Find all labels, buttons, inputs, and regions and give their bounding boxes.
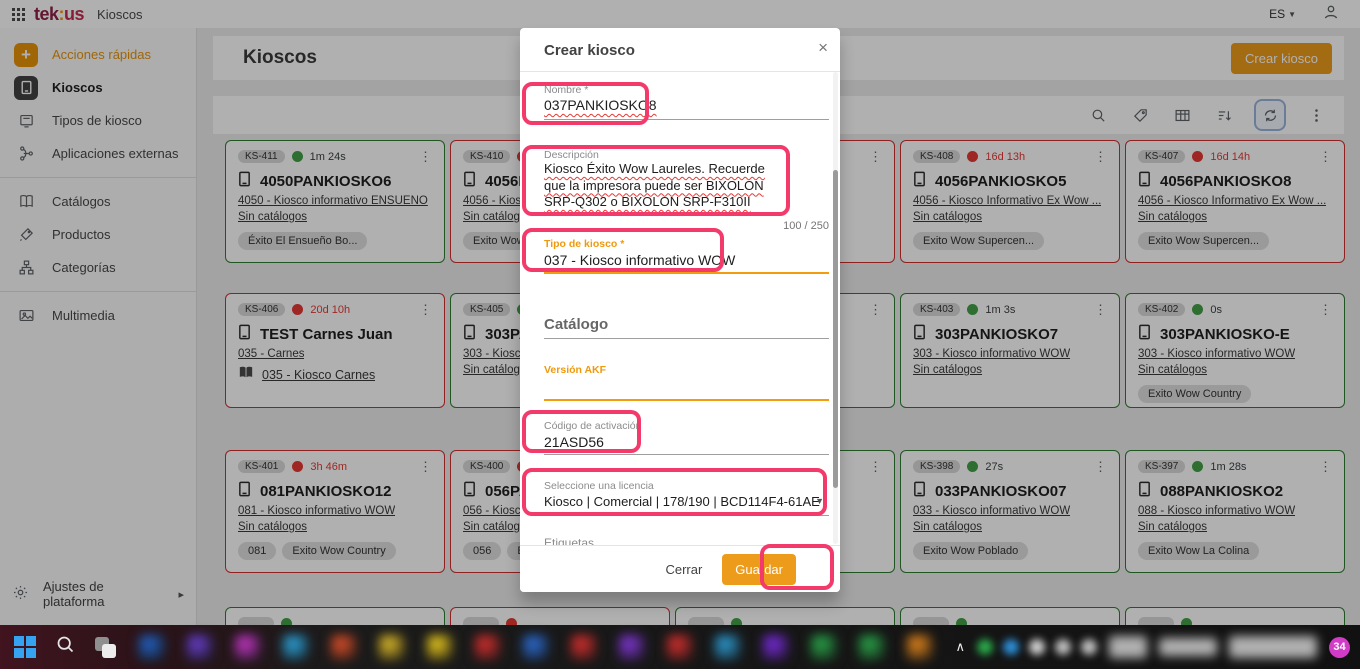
notification-area-blurred[interactable] — [1229, 636, 1317, 658]
divider — [520, 71, 840, 72]
taskbar-apps — [138, 634, 933, 661]
app-icon[interactable] — [906, 634, 933, 661]
close-icon[interactable]: × — [818, 38, 828, 58]
kiosk-type-field-label: Tipo de kiosco * — [544, 238, 624, 250]
cancel-button[interactable]: Cerrar — [651, 554, 716, 585]
browser-viewport: tek:us Kioscos ES▼ +Acciones rápidasKios… — [0, 0, 1360, 625]
app-icon[interactable] — [714, 634, 741, 661]
app-icon[interactable] — [810, 634, 837, 661]
char-counter: 100 / 250 — [783, 220, 829, 232]
app-icon[interactable] — [474, 634, 501, 661]
scrollbar-thumb[interactable] — [833, 170, 838, 488]
description-field-label: Descripción — [544, 149, 599, 161]
app-icon[interactable] — [618, 634, 645, 661]
windows-start-icon[interactable] — [14, 636, 36, 658]
taskbar-search-icon[interactable] — [55, 634, 76, 660]
modal-footer: Cerrar Guardar — [520, 545, 840, 592]
app-icon[interactable] — [234, 634, 261, 661]
license-select[interactable]: Kiosco | Comercial | 178/190 | BCD114F4-… — [544, 494, 820, 509]
app-icon[interactable] — [522, 634, 549, 661]
chevron-down-icon: ▼ — [815, 496, 824, 506]
catalog-field-label[interactable]: Catálogo — [544, 316, 608, 333]
name-field[interactable]: 037PANKIOSKO8 — [544, 97, 657, 113]
task-view-icon[interactable] — [95, 637, 116, 658]
field-underline — [544, 454, 829, 455]
modal-scrollbar[interactable] — [833, 72, 838, 544]
tray-icon-blurred[interactable] — [1055, 639, 1071, 655]
kiosk-type-field[interactable]: 037 - Kiosco informativo WOW — [544, 252, 735, 268]
app-icon[interactable] — [426, 634, 453, 661]
license-select-label: Seleccione una licencia — [544, 480, 654, 492]
tray-icon-blurred[interactable] — [1081, 639, 1097, 655]
save-button[interactable]: Guardar — [722, 554, 796, 585]
app-icon[interactable] — [282, 634, 309, 661]
system-tray: ∧ 34 — [955, 636, 1360, 658]
create-kiosk-modal: Crear kiosco × Nombre * 037PANKIOSKO8 De… — [520, 28, 840, 592]
app-icon[interactable] — [186, 634, 213, 661]
field-underline — [544, 338, 829, 339]
field-underline-active — [544, 399, 829, 401]
app-icon[interactable] — [762, 634, 789, 661]
name-field-label: Nombre * — [544, 84, 588, 96]
modal-title: Crear kiosco — [544, 42, 635, 59]
notification-badge[interactable]: 34 — [1329, 637, 1350, 658]
tray-icon-blurred[interactable] — [1003, 639, 1019, 655]
tray-chevron-up-icon[interactable]: ∧ — [955, 639, 965, 655]
clock-blurred[interactable] — [1109, 636, 1147, 658]
app-icon[interactable] — [330, 634, 357, 661]
field-underline-active — [544, 272, 829, 274]
app-icon[interactable] — [666, 634, 693, 661]
app-icon[interactable] — [858, 634, 885, 661]
field-underline — [544, 515, 829, 516]
windows-taskbar: ∧ 34 — [0, 625, 1360, 669]
app-icon[interactable] — [570, 634, 597, 661]
app-icon[interactable] — [138, 634, 165, 661]
activation-code-field-label: Código de activación — [544, 420, 641, 432]
tray-icon-blurred[interactable] — [977, 639, 993, 655]
akf-version-field-label: Versión AKF — [544, 364, 606, 376]
description-field[interactable]: Kiosco Éxito Wow Laureles. Recuerde que … — [544, 161, 790, 211]
activation-code-field[interactable]: 21ASD56 — [544, 434, 604, 450]
field-underline — [544, 119, 829, 120]
app-icon[interactable] — [378, 634, 405, 661]
tray-icon-blurred[interactable] — [1029, 639, 1045, 655]
tray-icons-blurred[interactable] — [1159, 638, 1217, 656]
